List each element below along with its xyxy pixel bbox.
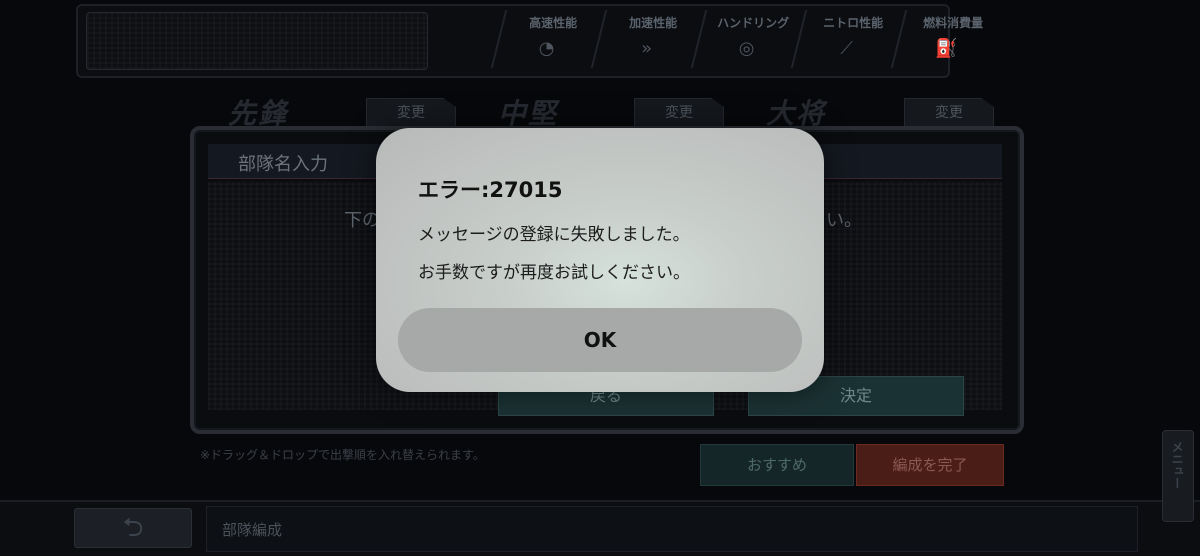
stat-handling: ハンドリング ◎ [690, 10, 806, 68]
alert-message-line1: メッセージの登録に失敗しました。 [418, 225, 690, 245]
stat-label: 加速性能 [629, 16, 678, 30]
menu-label: メニュー [1170, 441, 1184, 489]
complete-formation-button[interactable]: 編成を完了 [856, 444, 1004, 486]
alert-title: エラー:27015 [418, 178, 563, 202]
stat-label: 燃料消費量 [923, 16, 984, 30]
back-arrow-icon: ⮌ [122, 513, 144, 543]
stat-banner: 高速性能 ◔ 加速性能 » ハンドリング ◎ ニトロ性能 ⟋ 燃料消費量 ⛽ [76, 4, 1006, 78]
acceleration-icon: » [641, 38, 653, 59]
menu-tab[interactable]: メニュー [1162, 430, 1194, 522]
stat-top-speed: 高速性能 ◔ [490, 10, 606, 68]
speedometer-icon: ◔ [538, 38, 555, 59]
stat-nitro: ニトロ性能 ⟋ [790, 10, 906, 68]
fuel-pump-icon: ⛽ [935, 38, 958, 59]
recommend-button[interactable]: おすすめ [700, 444, 854, 486]
drag-hint: ※ドラッグ＆ドロップで出撃順を入れ替えられます。 [200, 448, 485, 462]
alert-message-line2: お手数ですが再度お試しください。 [418, 263, 690, 283]
change-button-vanguard[interactable]: 変更 [366, 98, 456, 128]
stat-label: ニトロ性能 [823, 16, 884, 30]
footer-label: 部隊編成 [222, 521, 283, 539]
stat-acceleration: 加速性能 » [590, 10, 706, 68]
ok-button[interactable]: OK [398, 308, 802, 372]
stat-label: 高速性能 [529, 16, 578, 30]
dialog-instruction-end: い。 [826, 210, 862, 231]
error-alert: エラー:27015 メッセージの登録に失敗しました。 お手数ですが再度お試しくだ… [376, 128, 824, 392]
dialog-instruction-start: 下の [344, 210, 380, 231]
nitro-icon: ⟋ [840, 38, 853, 59]
change-button-general[interactable]: 変更 [904, 98, 994, 128]
stat-label: ハンドリング [717, 16, 790, 30]
steering-wheel-icon: ◎ [738, 38, 755, 59]
dialog-title: 部隊名入力 [238, 154, 328, 175]
car-name-area [86, 12, 428, 70]
change-button-middle[interactable]: 変更 [634, 98, 724, 128]
footer-label-box [206, 506, 1138, 552]
stat-fuel: 燃料消費量 ⛽ [890, 10, 1006, 68]
back-button[interactable]: ⮌ [74, 508, 192, 548]
stat-list: 高速性能 ◔ 加速性能 » ハンドリング ◎ ニトロ性能 ⟋ 燃料消費量 ⛽ [490, 10, 1006, 68]
